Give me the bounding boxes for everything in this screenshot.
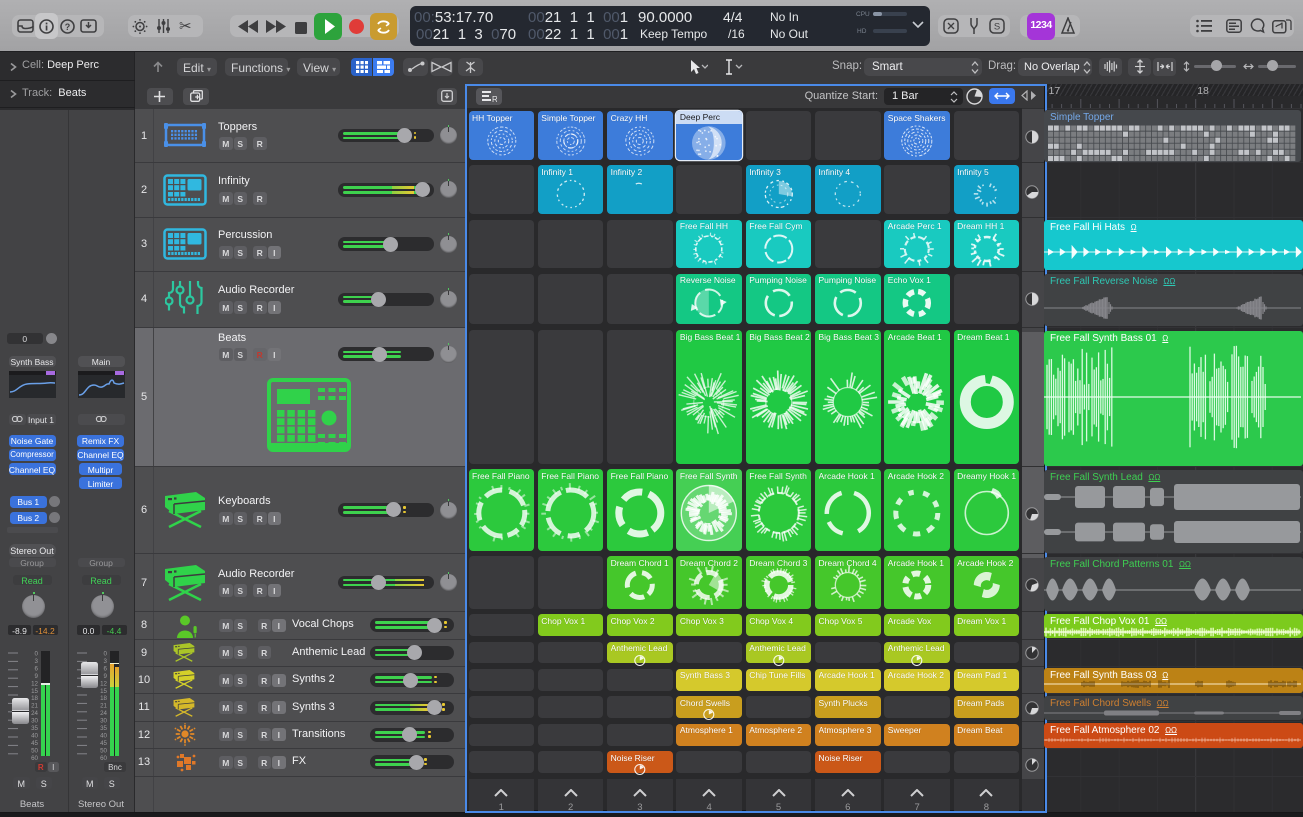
svg-text:18: 18 xyxy=(31,695,38,702)
svg-text:35: 35 xyxy=(100,725,107,732)
svg-text:35: 35 xyxy=(31,725,38,732)
svg-text:24: 24 xyxy=(31,710,38,717)
svg-text:9: 9 xyxy=(104,673,108,680)
svg-text:R: R xyxy=(492,95,497,102)
svg-text:45: 45 xyxy=(31,740,38,747)
svg-text:60: 60 xyxy=(31,755,38,760)
svg-text:S: S xyxy=(994,22,1000,33)
svg-text:40: 40 xyxy=(100,732,107,739)
svg-text:21: 21 xyxy=(31,703,38,710)
svg-text:12: 12 xyxy=(100,680,107,687)
svg-text:12: 12 xyxy=(31,680,38,687)
svg-text:9: 9 xyxy=(35,673,39,680)
svg-text:0: 0 xyxy=(104,651,108,658)
svg-text:0: 0 xyxy=(35,651,39,658)
svg-text:40: 40 xyxy=(31,732,38,739)
svg-text:3: 3 xyxy=(104,658,108,665)
svg-text:3: 3 xyxy=(35,658,39,665)
svg-text:30: 30 xyxy=(100,718,107,725)
svg-text:21: 21 xyxy=(100,703,107,710)
svg-text:50: 50 xyxy=(31,747,38,754)
svg-text:24: 24 xyxy=(100,710,107,717)
svg-text:?: ? xyxy=(65,22,71,32)
svg-text:15: 15 xyxy=(31,688,38,695)
svg-text:6: 6 xyxy=(104,665,108,672)
svg-text:50: 50 xyxy=(100,747,107,754)
svg-text:60: 60 xyxy=(100,755,107,760)
svg-text:6: 6 xyxy=(35,665,39,672)
svg-text:30: 30 xyxy=(31,718,38,725)
svg-text:45: 45 xyxy=(100,740,107,747)
svg-text:15: 15 xyxy=(100,688,107,695)
svg-text:18: 18 xyxy=(100,695,107,702)
